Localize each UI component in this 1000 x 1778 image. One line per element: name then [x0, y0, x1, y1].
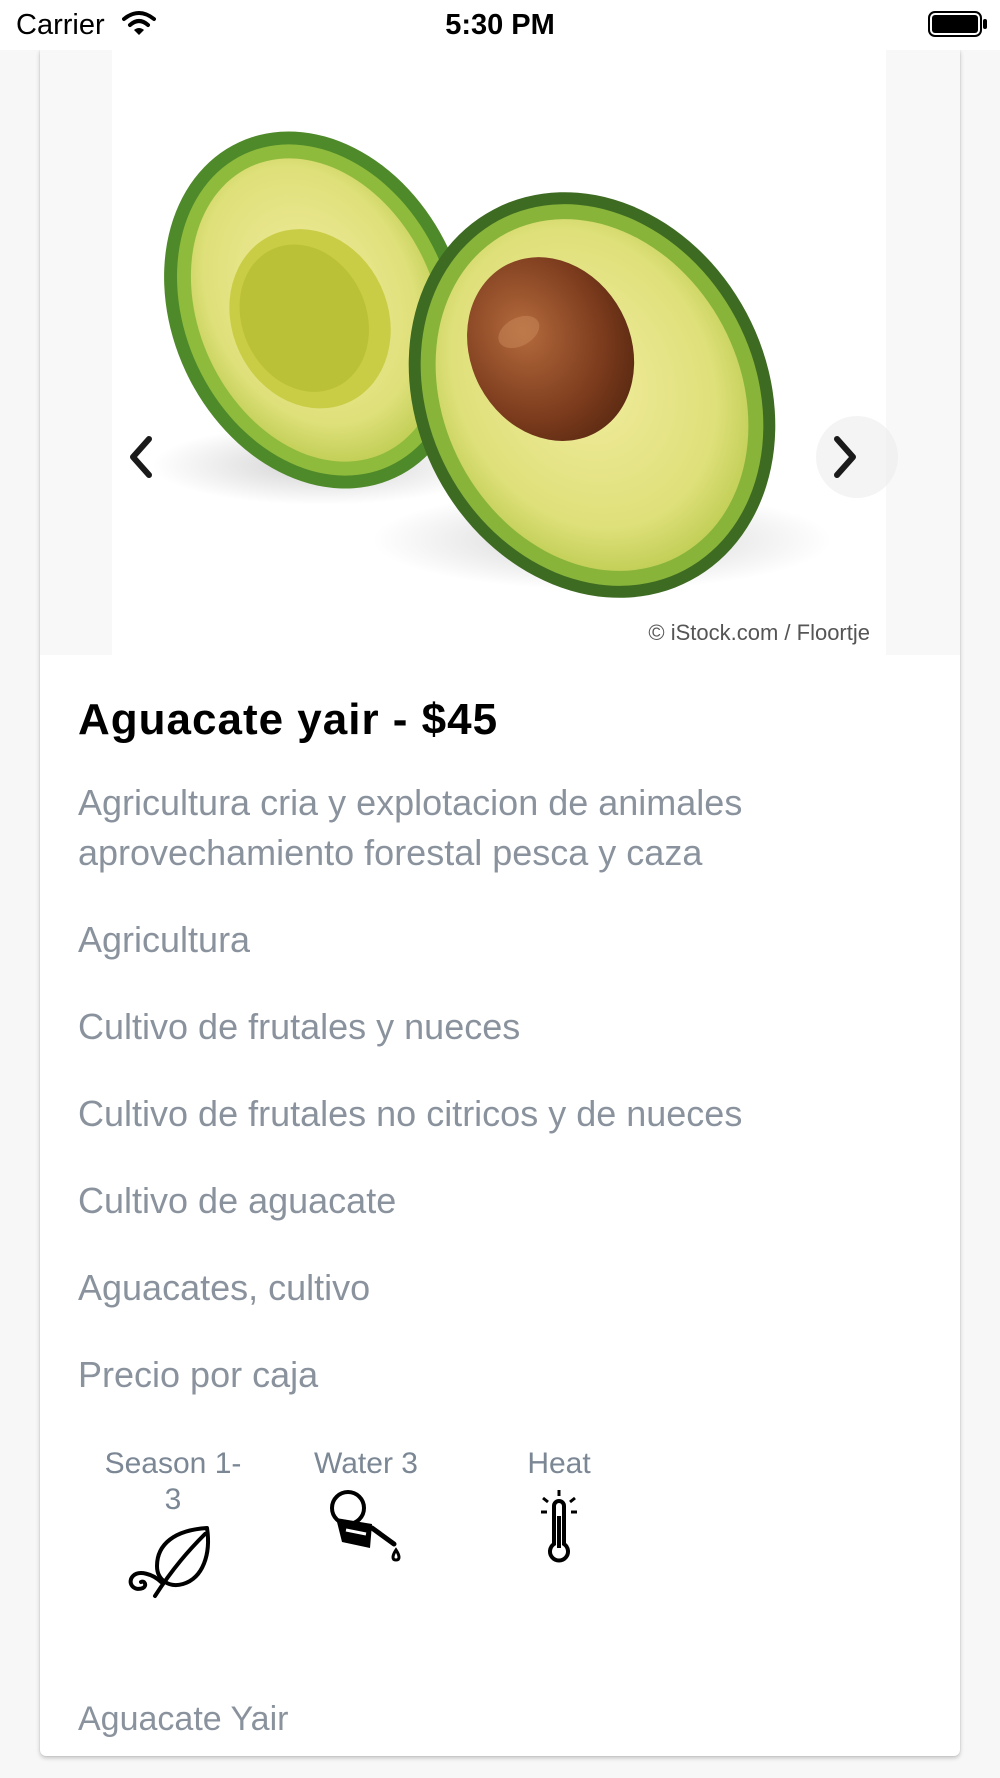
attribute-label: Heat: [527, 1447, 591, 1480]
category-item: Aguacates, cultivo: [78, 1267, 371, 1308]
category-item: Agricultura: [78, 919, 251, 960]
category-item: Cultivo de aguacate: [78, 1180, 397, 1221]
status-time: 5:30 PM: [445, 9, 555, 41]
attribute-water: Water 3: [291, 1446, 441, 1564]
battery-icon: [928, 11, 988, 42]
carousel-next-button[interactable]: [818, 417, 874, 497]
category-item: Cultivo de frutales y nueces: [78, 1006, 521, 1047]
watering-can-icon: [330, 1490, 401, 1562]
attribute-heat: Heat: [484, 1446, 634, 1564]
footer-product-name: Aguacate Yair: [78, 1700, 289, 1738]
attribute-label: Water 3: [314, 1447, 418, 1480]
product-image: © iStock.com / Floortje: [112, 50, 886, 655]
thermometer-icon: [541, 1490, 577, 1563]
status-bar: Carrier 5:30 PM: [0, 0, 1000, 50]
attribute-label: Season 1-3: [104, 1447, 242, 1516]
attributes-row: Season 1-3 Water 3 Heat: [98, 1446, 698, 1598]
leaf-icon: [128, 1526, 210, 1598]
chevron-left-icon: [130, 436, 152, 478]
product-title: Aguacate yair - $45: [78, 695, 499, 744]
attribute-season: Season 1-3: [98, 1446, 248, 1600]
product-description: Agricultura cria y explotacion de animal…: [78, 782, 743, 873]
product-card: © iStock.com / Floortje Aguacate yair - …: [40, 50, 960, 1756]
carousel-prev-button[interactable]: [112, 417, 168, 497]
category-item: Cultivo de frutales no citricos y de nue…: [78, 1093, 743, 1134]
image-credit: © iStock.com / Floortje: [648, 620, 870, 645]
chevron-right-icon: [834, 436, 856, 478]
product-details: Aguacate yair - $45 Agricultura cria y e…: [78, 690, 938, 1400]
price-unit-label: Precio por caja: [78, 1354, 319, 1395]
image-carousel[interactable]: © iStock.com / Floortje: [40, 50, 960, 655]
